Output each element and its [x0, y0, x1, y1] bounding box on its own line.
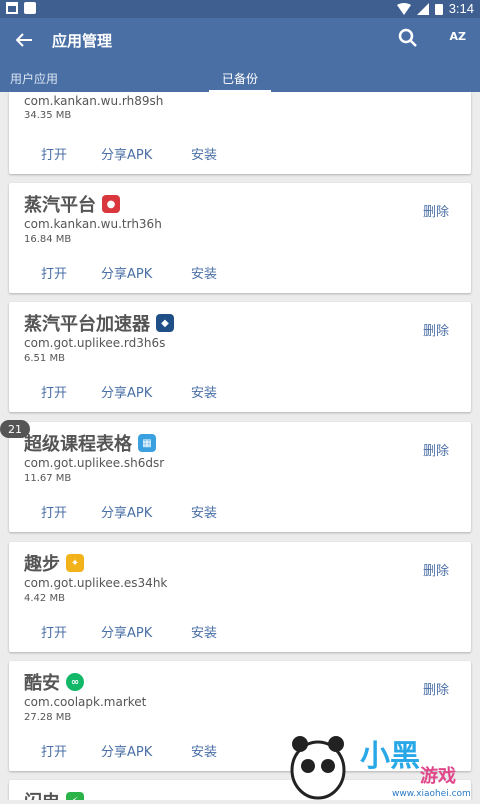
package-name: com.got.uplikee.es34hk [24, 576, 168, 590]
delete-button[interactable]: 删除 [423, 679, 449, 698]
app-size: 16.84 MB [24, 234, 72, 245]
arrow-back-icon [16, 33, 32, 47]
app-card: com.kankan.wu.rh89sh 34.35 MB 打开 分享APK 安… [9, 92, 471, 174]
delete-button[interactable]: 删除 [423, 320, 449, 339]
gamepad-icon: ◆ [156, 314, 174, 332]
search-button[interactable] [398, 28, 422, 52]
scroll-position-bubble: 21 [0, 420, 30, 438]
package-name: com.kankan.wu.trh36h [24, 217, 162, 231]
app-name: 蒸汽平台加速器 [24, 314, 150, 335]
app-size: 11.67 MB [24, 473, 72, 484]
app-size: 6.51 MB [24, 353, 65, 364]
watermark-logo: 小黑 游戏 www.xiaohei.com [280, 720, 480, 800]
app-bar: 应用管理 AZ [0, 18, 480, 62]
app-size: 34.35 MB [24, 110, 72, 121]
install-button[interactable]: 安装 [191, 502, 217, 521]
app-size: 4.42 MB [24, 593, 65, 604]
open-button[interactable]: 打开 [41, 382, 67, 401]
app-card: 蒸汽平台加速器 ◆ com.got.uplikee.rd3h6s 6.51 MB… [9, 302, 471, 412]
install-button[interactable]: 安装 [191, 741, 217, 760]
coolapk-icon: ∞ [66, 673, 84, 691]
app-card: 趣步 ✦ com.got.uplikee.es34hk 4.42 MB 删除 打… [9, 542, 471, 652]
tab-backed-up[interactable]: 已备份 [222, 70, 258, 87]
package-name: com.kankan.wu.rh89sh [24, 94, 164, 108]
app-name: 酷安 [24, 673, 60, 694]
cell-signal-icon [416, 2, 429, 15]
wifi-icon [396, 2, 411, 15]
delete-button[interactable]: 删除 [423, 440, 449, 459]
open-button[interactable]: 打开 [41, 144, 67, 163]
schedule-icon: ▦ [138, 434, 156, 452]
package-name: com.got.uplikee.rd3h6s [24, 336, 166, 350]
install-button[interactable]: 安装 [191, 263, 217, 282]
status-time: 3:14 [448, 1, 474, 16]
app-name: 趣步 [24, 554, 60, 575]
svg-text:游戏: 游戏 [420, 765, 456, 787]
app-card: 蒸汽平台 ● com.kankan.wu.trh36h 16.84 MB 删除 … [9, 183, 471, 293]
package-name: com.got.uplikee.sh6dsr [24, 456, 165, 470]
qubu-icon: ✦ [66, 554, 84, 572]
green-app-icon: ⚡ [66, 792, 84, 800]
steam-icon: ● [102, 195, 120, 213]
tab-user-apps[interactable]: 用户应用 [10, 70, 58, 87]
install-button[interactable]: 安装 [191, 144, 217, 163]
app-card: 超级课程表格 ▦ com.got.uplikee.sh6dsr 11.67 MB… [9, 422, 471, 532]
share-apk-button[interactable]: 分享APK [101, 502, 152, 521]
app-list[interactable]: com.kankan.wu.rh89sh 34.35 MB 打开 分享APK 安… [0, 92, 480, 800]
delete-button[interactable]: 删除 [423, 201, 449, 220]
package-name: com.coolapk.market [24, 695, 147, 709]
delete-button[interactable]: 删除 [423, 560, 449, 579]
share-apk-button[interactable]: 分享APK [101, 741, 152, 760]
open-button[interactable]: 打开 [41, 263, 67, 282]
share-apk-button[interactable]: 分享APK [101, 622, 152, 641]
tab-bar: 用户应用 已备份 [0, 62, 480, 92]
search-icon [398, 28, 417, 47]
app-name: 超级课程表格 [24, 434, 132, 455]
page-title: 应用管理 [52, 32, 113, 50]
app-notification-icon [24, 2, 36, 14]
share-apk-button[interactable]: 分享APK [101, 144, 152, 163]
app-name: 蒸汽平台 [24, 195, 96, 216]
status-bar: 3:14 [0, 0, 480, 18]
app-size: 27.28 MB [24, 712, 72, 723]
svg-text:小黑: 小黑 [360, 739, 420, 774]
install-button[interactable]: 安装 [191, 622, 217, 641]
open-button[interactable]: 打开 [41, 622, 67, 641]
battery-icon [434, 3, 443, 15]
share-apk-button[interactable]: 分享APK [101, 263, 152, 282]
app-name: 闪电 [24, 788, 60, 800]
sort-az-button[interactable]: AZ [450, 30, 467, 43]
open-button[interactable]: 打开 [41, 502, 67, 521]
back-button[interactable] [10, 26, 38, 54]
install-button[interactable]: 安装 [191, 382, 217, 401]
share-apk-button[interactable]: 分享APK [101, 382, 152, 401]
notification-icon [6, 2, 18, 14]
svg-text:www.xiaohei.com: www.xiaohei.com [392, 789, 471, 799]
open-button[interactable]: 打开 [41, 741, 67, 760]
